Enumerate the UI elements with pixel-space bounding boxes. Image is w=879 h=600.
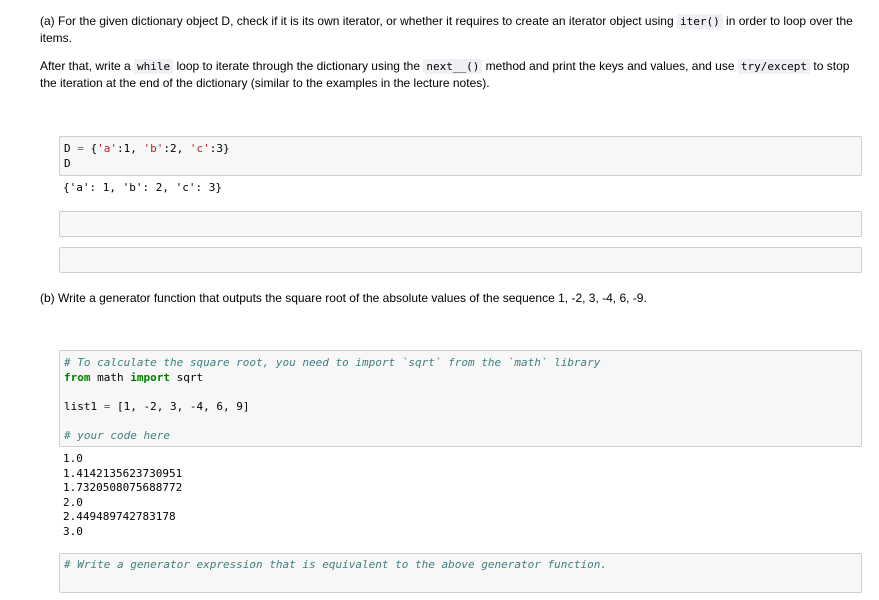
part-a-paragraph-1: (a) For the given dictionary object D, c… — [40, 14, 853, 45]
output-line: 2.449489742783178 — [63, 510, 176, 523]
try-except-code: try/except — [737, 59, 811, 74]
part-b-instructions: (b) Write a generator function that outp… — [40, 291, 647, 305]
clipped-heading-remnant — [150, 0, 270, 3]
output-line: 1.0 — [63, 452, 83, 465]
empty-code-cell-2[interactable] — [59, 247, 862, 273]
code-cell-generator-expression-source[interactable]: # Write a generator expression that is e… — [60, 554, 861, 573]
output-line: 1.4142135623730951 — [63, 466, 183, 480]
output-line: 3.0 — [63, 524, 83, 538]
empty-code-cell-1[interactable] — [59, 211, 862, 237]
code-cell-dictionary-output: {'a': 1, 'b': 2, 'c': 3} — [63, 181, 222, 194]
part-a-paragraph-2: After that, write a while loop to iterat… — [40, 59, 850, 90]
code-cell-dictionary[interactable]: D = {'a':1, 'b':2, 'c':3} D — [59, 136, 862, 176]
part-a-instructions: (a) For the given dictionary object D, c… — [40, 13, 860, 92]
code-cell-generator-source[interactable]: # To calculate the square root, you need… — [60, 351, 861, 443]
while-code: while — [134, 59, 174, 74]
output-line: 1.7320508075688772 — [63, 481, 183, 494]
code-cell-generator-output: 1.0 1.4142135623730951 1.732050807568877… — [63, 452, 182, 539]
code-cell-dictionary-source[interactable]: D = {'a':1, 'b':2, 'c':3} D — [60, 137, 861, 171]
next-code: next__() — [423, 59, 483, 74]
code-cell-generator-expression[interactable]: # Write a generator expression that is e… — [59, 553, 862, 593]
iter-code: iter() — [676, 14, 723, 29]
output-line: 2.0 — [63, 495, 83, 509]
code-cell-generator[interactable]: # To calculate the square root, you need… — [59, 350, 862, 447]
